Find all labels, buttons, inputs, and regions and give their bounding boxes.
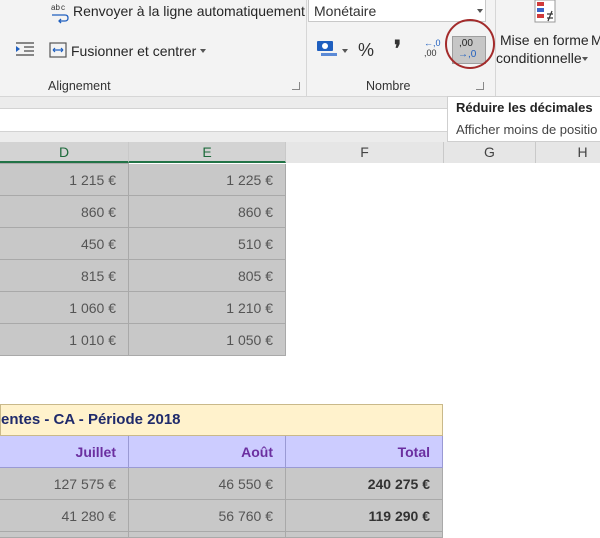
cell-total[interactable] bbox=[286, 532, 443, 538]
cell-total[interactable]: 240 275 € bbox=[286, 468, 443, 500]
cell-e[interactable]: 805 € bbox=[129, 260, 286, 292]
cell-aout[interactable] bbox=[129, 532, 286, 538]
tooltip-title: Réduire les décimales bbox=[456, 100, 593, 115]
number-group-label: Nombre bbox=[366, 79, 411, 93]
merge-center-button[interactable]: Fusionner et centrer bbox=[71, 43, 196, 59]
cell-juillet[interactable]: 127 575 € bbox=[0, 468, 129, 500]
cell-d[interactable]: 1 215 € bbox=[0, 164, 129, 196]
cell-aout[interactable]: 56 760 € bbox=[129, 500, 286, 532]
group-divider bbox=[495, 0, 496, 96]
column-header-h[interactable]: H bbox=[536, 142, 600, 163]
cell-e[interactable]: 1 210 € bbox=[129, 292, 286, 324]
column-header-g[interactable]: G bbox=[444, 142, 536, 163]
conditional-formatting-label-2[interactable]: conditionnelle bbox=[496, 50, 582, 66]
cell-e[interactable]: 1 050 € bbox=[129, 324, 286, 356]
alignment-dialog-launcher-icon[interactable] bbox=[292, 82, 300, 90]
number-format-dropdown-icon[interactable] bbox=[477, 9, 483, 13]
comma-style-icon[interactable]: ❜ bbox=[394, 36, 401, 62]
column-header-e[interactable]: E bbox=[129, 142, 286, 163]
cell-d[interactable]: 860 € bbox=[0, 196, 129, 228]
column-header-d[interactable]: D bbox=[0, 142, 129, 163]
cell-d[interactable]: 450 € bbox=[0, 228, 129, 260]
conditional-formatting-dropdown-icon[interactable] bbox=[582, 57, 588, 61]
wrap-text-button[interactable]: Renvoyer à la ligne automatiquement bbox=[73, 3, 305, 19]
table-title[interactable]: entes - CA - Période 2018 bbox=[0, 404, 443, 436]
cell-e[interactable]: 860 € bbox=[129, 196, 286, 228]
cell-e[interactable]: 1 225 € bbox=[129, 164, 286, 196]
increase-decimal-icon[interactable]: ←,0 ,00 bbox=[424, 38, 444, 64]
table-title-text: entes - CA - Période 2018 bbox=[1, 411, 181, 428]
wrap-text-icon: ab c bbox=[50, 2, 70, 24]
svg-text:ab: ab bbox=[51, 3, 60, 12]
header-total[interactable]: Total bbox=[286, 436, 443, 468]
cell-juillet[interactable]: 41 280 € bbox=[0, 500, 129, 532]
svg-text:c: c bbox=[61, 3, 65, 12]
cell-juillet[interactable] bbox=[0, 532, 129, 538]
merge-dropdown-icon[interactable] bbox=[200, 49, 206, 53]
cell-aout[interactable]: 46 550 € bbox=[129, 468, 286, 500]
group-divider bbox=[306, 0, 307, 96]
increase-indent-icon[interactable] bbox=[14, 41, 36, 57]
number-dialog-launcher-icon[interactable] bbox=[476, 82, 484, 90]
column-header-f[interactable]: F bbox=[286, 142, 444, 163]
tooltip-description: Afficher moins de positio bbox=[456, 122, 598, 137]
accounting-format-icon[interactable] bbox=[316, 39, 338, 59]
conditional-formatting-label-1[interactable]: Mise en forme bbox=[500, 32, 589, 48]
percent-style-icon[interactable]: % bbox=[358, 40, 374, 61]
cell-d[interactable]: 815 € bbox=[0, 260, 129, 292]
accounting-dropdown-icon[interactable] bbox=[342, 49, 348, 53]
cell-total[interactable]: 119 290 € bbox=[286, 500, 443, 532]
highlight-circle bbox=[445, 19, 495, 69]
alignment-group-label: Alignement bbox=[48, 79, 111, 93]
conditional-formatting-icon[interactable] bbox=[533, 0, 559, 26]
header-aout[interactable]: Août bbox=[129, 436, 286, 468]
header-juillet[interactable]: Juillet bbox=[0, 436, 129, 468]
number-format-value: Monétaire bbox=[314, 3, 377, 19]
merge-center-icon bbox=[49, 42, 67, 58]
cell-e[interactable]: 510 € bbox=[129, 228, 286, 260]
formula-bar-input[interactable] bbox=[0, 108, 447, 132]
next-ribbon-label[interactable]: M bbox=[591, 32, 600, 48]
cell-d[interactable]: 1 010 € bbox=[0, 324, 129, 356]
cell-d[interactable]: 1 060 € bbox=[0, 292, 129, 324]
